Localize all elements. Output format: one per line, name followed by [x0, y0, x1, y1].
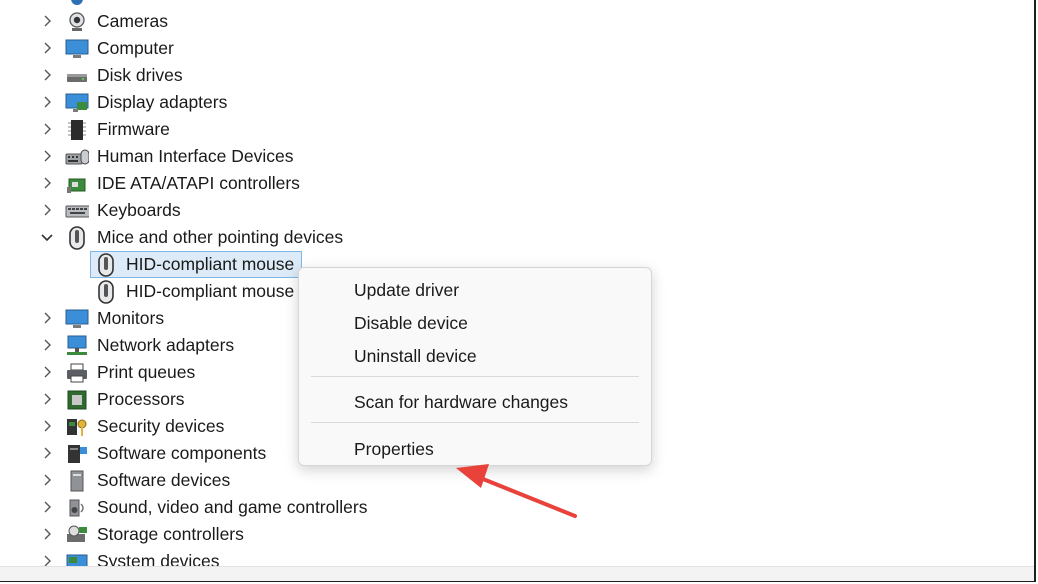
- system-device-icon: [65, 551, 89, 566]
- menu-item-update-driver[interactable]: Update driver: [354, 276, 634, 304]
- tree-item-disk-drives[interactable]: Disk drives: [0, 62, 700, 89]
- tree-item-software-devices[interactable]: Software devices: [0, 467, 700, 494]
- chevron-right-icon[interactable]: [40, 0, 54, 1]
- tree-item-mice-and-other-pointing-devices[interactable]: Mice and other pointing devices: [0, 224, 700, 251]
- chevron-right-icon[interactable]: [40, 311, 54, 325]
- display-adapter-icon: [65, 92, 89, 114]
- mouse-icon: [94, 280, 118, 304]
- tree-row-partial: [0, 0, 700, 8]
- tree-item-display-adapters[interactable]: Display adapters: [0, 89, 700, 116]
- monitor-icon: [65, 308, 89, 330]
- tree-item-label: System devices: [97, 551, 220, 566]
- tree-item-label: Cameras: [97, 11, 168, 31]
- chevron-right-icon[interactable]: [40, 122, 54, 136]
- tree-item-label: Monitors: [97, 308, 165, 328]
- camera-icon: [65, 11, 89, 33]
- chevron-right-icon[interactable]: [40, 500, 54, 514]
- tree-item-label: Computer: [97, 38, 174, 58]
- tree-item-label: Disk drives: [97, 65, 183, 85]
- chevron-right-icon[interactable]: [40, 95, 54, 109]
- tree-child-label: HID-compliant mouse: [126, 281, 295, 301]
- security-device-icon: [65, 416, 89, 438]
- horizontal-scrollbar[interactable]: [0, 566, 1034, 581]
- chevron-right-icon[interactable]: [40, 68, 54, 82]
- printer-icon: [65, 362, 89, 384]
- chevron-right-icon[interactable]: [40, 392, 54, 406]
- speaker-icon: [65, 497, 89, 519]
- chevron-right-icon[interactable]: [40, 419, 54, 433]
- menu-item-properties[interactable]: Properties: [354, 435, 634, 463]
- tree-item-label: Display adapters: [97, 92, 228, 112]
- firmware-icon: [65, 119, 89, 141]
- tree-item-system-devices[interactable]: System devices: [0, 548, 700, 566]
- keyboard-icon: [65, 200, 89, 222]
- chevron-right-icon[interactable]: [40, 365, 54, 379]
- menu-item-disable-device[interactable]: Disable device: [354, 309, 634, 337]
- chevron-right-icon[interactable]: [40, 149, 54, 163]
- chevron-right-icon[interactable]: [40, 203, 54, 217]
- device-icon: [65, 0, 89, 6]
- computer-icon: [65, 38, 89, 60]
- chevron-right-icon[interactable]: [40, 527, 54, 541]
- tree-item-label: Print queues: [97, 362, 196, 382]
- network-adapter-icon: [65, 335, 89, 357]
- tree-item-sound-video-and-game-controllers[interactable]: Sound, video and game controllers: [0, 494, 700, 521]
- tree-item-ide-ata-atapi-controllers[interactable]: IDE ATA/ATAPI controllers: [0, 170, 700, 197]
- tree-item-keyboards[interactable]: Keyboards: [0, 197, 700, 224]
- ide-controller-icon: [65, 173, 89, 195]
- tree-item-label: Keyboards: [97, 200, 181, 220]
- mouse-icon: [65, 226, 89, 250]
- menu-item-scan-hardware[interactable]: Scan for hardware changes: [354, 388, 634, 416]
- menu-separator: [311, 376, 639, 377]
- tree-child-label: HID-compliant mouse: [126, 254, 295, 274]
- menu-separator: [311, 422, 639, 423]
- menu-item-uninstall-device[interactable]: Uninstall device: [354, 342, 634, 370]
- tree-item-label: Human Interface Devices: [97, 146, 294, 166]
- tree-item-firmware[interactable]: Firmware: [0, 116, 700, 143]
- chevron-down-icon[interactable]: [40, 230, 54, 244]
- chevron-right-icon[interactable]: [40, 554, 54, 566]
- tree-item-label: Software devices: [97, 470, 231, 490]
- software-component-icon: [65, 443, 89, 465]
- tree-item-storage-controllers[interactable]: Storage controllers: [0, 521, 700, 548]
- storage-controller-icon: [65, 524, 89, 546]
- software-device-icon: [65, 470, 89, 492]
- hid-icon: [65, 146, 89, 168]
- tree-item-human-interface-devices[interactable]: Human Interface Devices: [0, 143, 700, 170]
- context-menu: Update driver Disable device Uninstall d…: [298, 267, 652, 466]
- tree-item-label: IDE ATA/ATAPI controllers: [97, 173, 300, 193]
- processor-icon: [65, 389, 89, 411]
- chevron-right-icon[interactable]: [40, 338, 54, 352]
- tree-item-label: Security devices: [97, 416, 225, 436]
- tree-item-label: Network adapters: [97, 335, 235, 355]
- tree-item-computer[interactable]: Computer: [0, 35, 700, 62]
- tree-item-label: Software components: [97, 443, 267, 463]
- tree-item-label: Sound, video and game controllers: [97, 497, 368, 517]
- tree-item-label: Mice and other pointing devices: [97, 227, 344, 247]
- tree-item-label: Processors: [97, 389, 185, 409]
- tree-item-label: Storage controllers: [97, 524, 244, 544]
- chevron-right-icon[interactable]: [40, 473, 54, 487]
- chevron-right-icon[interactable]: [40, 41, 54, 55]
- chevron-right-icon[interactable]: [40, 14, 54, 28]
- chevron-right-icon[interactable]: [40, 446, 54, 460]
- chevron-right-icon[interactable]: [40, 176, 54, 190]
- disk-drive-icon: [65, 65, 89, 87]
- tree-item-cameras[interactable]: Cameras: [0, 8, 700, 35]
- tree-item-label: Firmware: [97, 119, 170, 139]
- mouse-icon: [94, 253, 118, 277]
